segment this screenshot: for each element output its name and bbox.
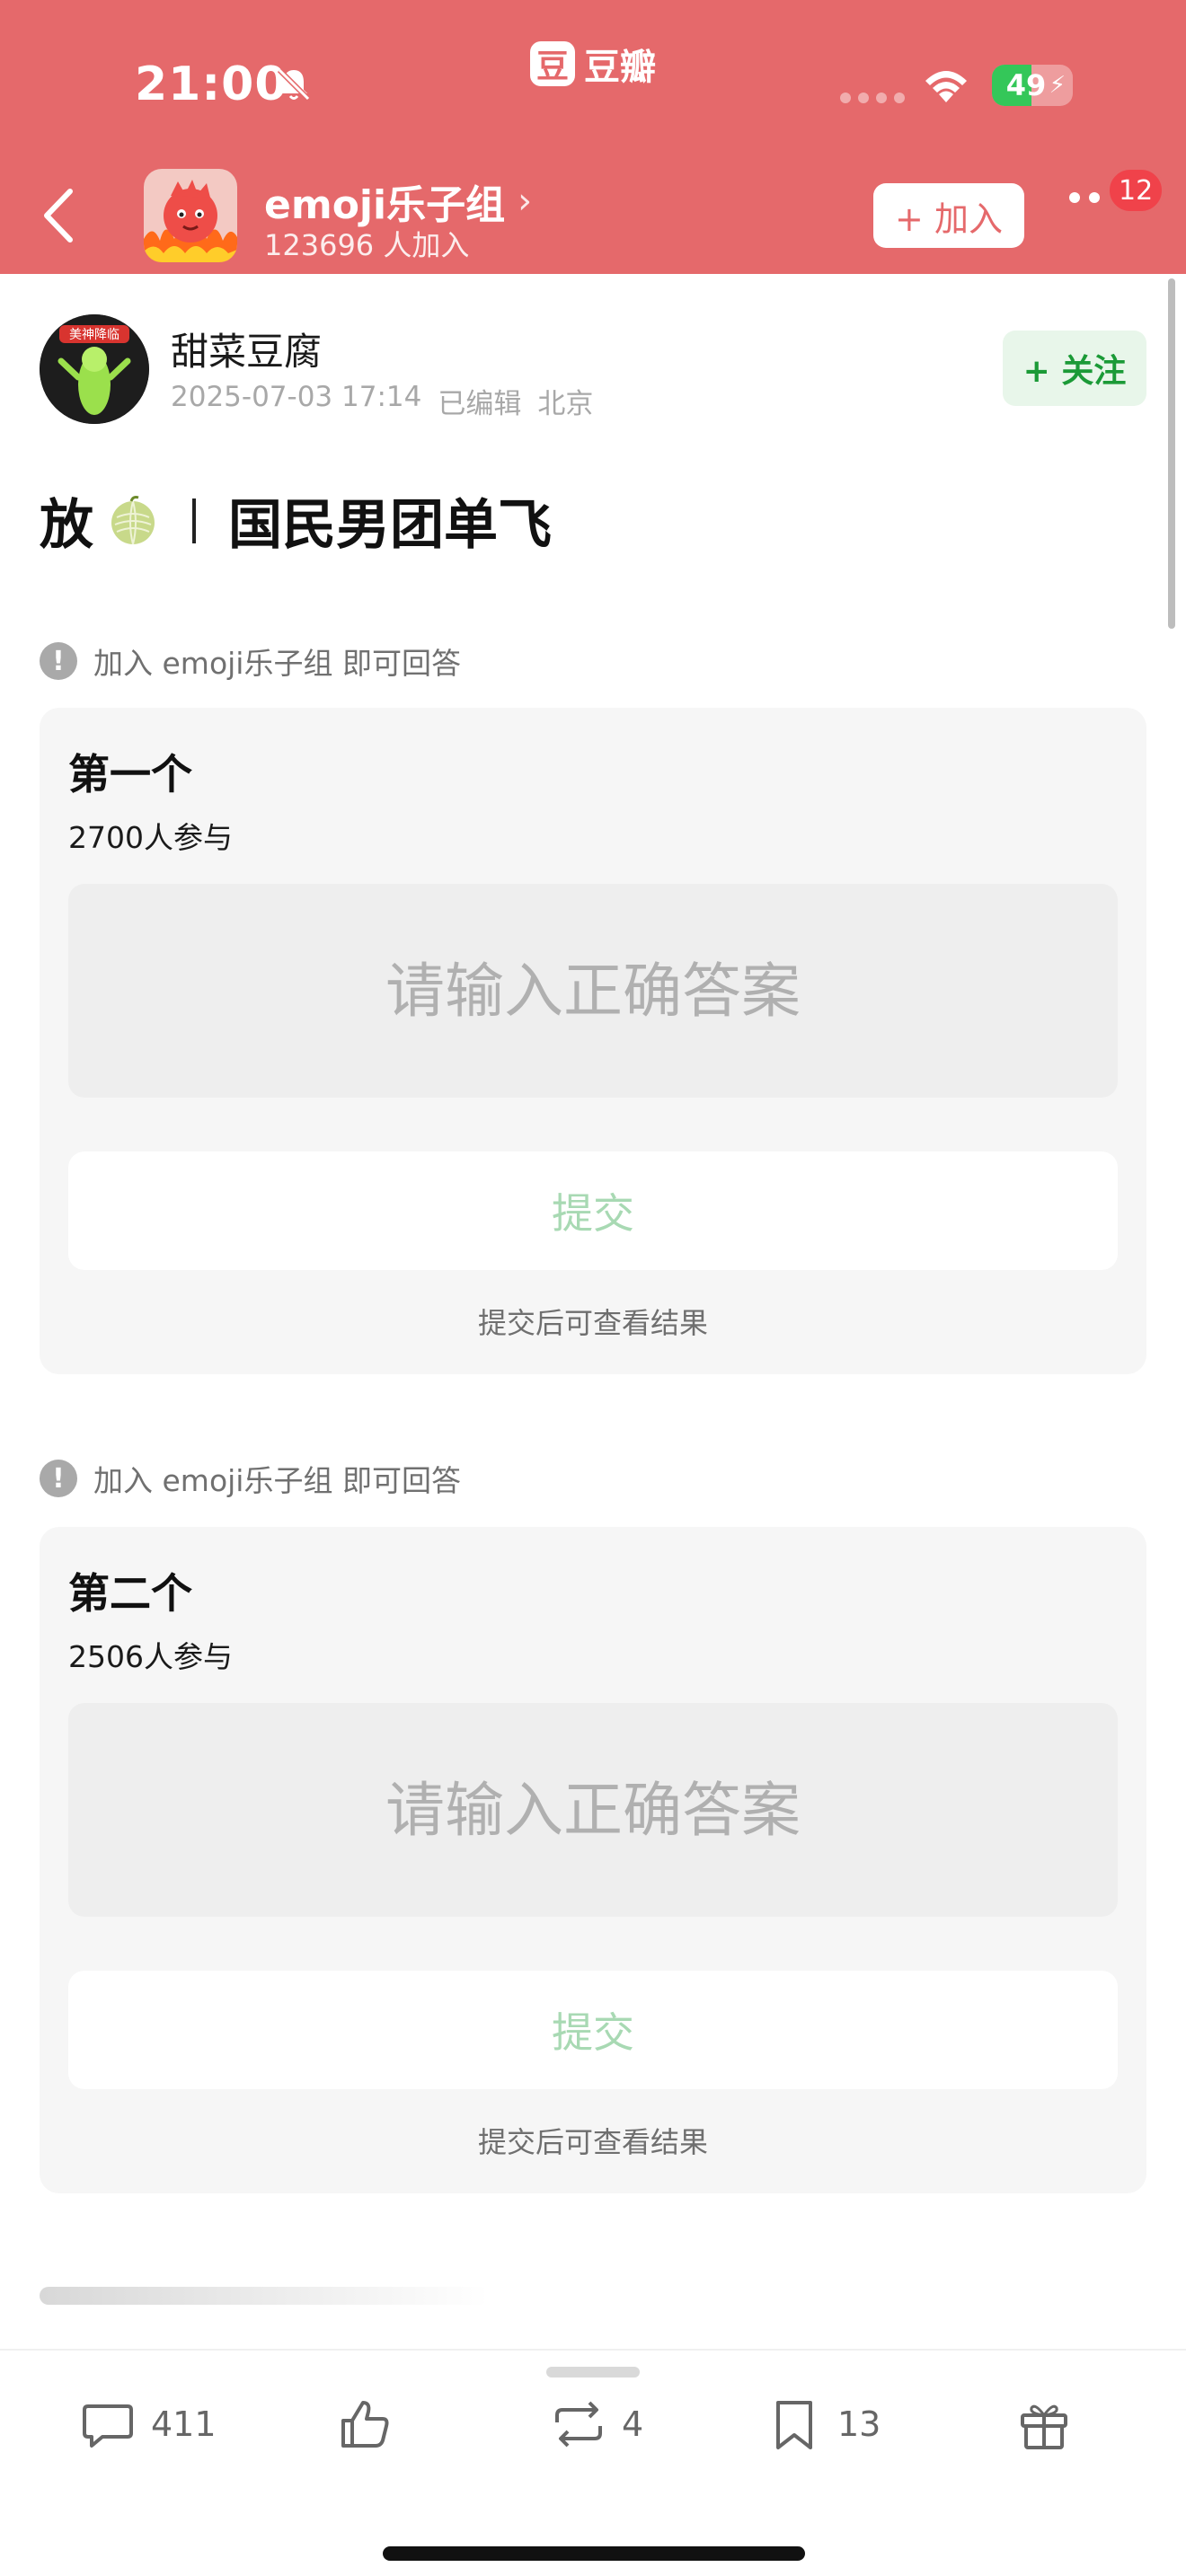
submit-button[interactable]: 提交 [68,1151,1118,1270]
notice-text: 加入 emoji乐子组 即可回答 [93,646,461,681]
group-avatar[interactable] [144,169,237,262]
avatar-caption: 美神降临 [69,328,119,342]
quiz-participants: 2700人参与 [68,820,233,855]
comment-count: 411 [151,2404,217,2444]
wifi-icon [925,71,967,102]
back-arrow-icon[interactable] [36,184,81,247]
loading-placeholder [40,2287,489,2305]
quiz-title: 第一个 [68,750,192,798]
chevron-right-icon: › [518,181,533,222]
join-to-answer-notice: ! 加入 emoji乐子组 即可回答 [40,1457,461,1500]
post-title: 放 国民男团单飞 [40,481,552,560]
repost-button[interactable]: 4 [550,2395,643,2453]
submit-hint: 提交后可查看结果 [477,1306,708,1340]
join-group-button[interactable]: + 加入 [873,183,1024,248]
grab-handle[interactable] [546,2367,640,2378]
group-name-link[interactable]: emoji乐子组 › [264,172,532,230]
bell-muted-icon [277,67,311,101]
scrollbar[interactable] [1168,278,1175,629]
post-date: 2025-07-03 17:14 [171,381,422,413]
edited-label: 已编辑 [438,388,522,420]
quiz-title: 第二个 [68,1569,192,1618]
battery-indicator: 49 ⚡ [992,65,1073,106]
post-location: 北京 [537,388,594,420]
submit-button[interactable]: 提交 [68,1971,1118,2089]
repost-count: 4 [622,2404,644,2444]
comment-button[interactable]: 411 [79,2395,217,2453]
exclamation-icon: ! [40,1460,77,1497]
collect-count: 13 [837,2404,881,2444]
group-member-count: 123696 人加入 [264,228,470,262]
melon-icon [111,495,155,544]
quiz-card: 第一个 2700人参与 提交 提交后可查看结果 [40,708,1146,1374]
app-name: 豆瓣 [584,47,656,88]
douban-logo-icon: 豆 [530,41,575,86]
status-time: 21:00 [135,57,288,111]
follow-button[interactable]: + 关注 [1003,331,1146,406]
author-avatar[interactable]: 美神降临 [40,314,149,424]
gift-button[interactable] [1015,2395,1073,2453]
charging-bolt-icon: ⚡ [1049,72,1066,99]
author-name[interactable]: 甜菜豆腐 [171,322,322,376]
notification-badge: 12 [1107,167,1165,214]
answer-input[interactable] [68,884,1118,1098]
bookmark-icon [776,2401,812,2449]
answer-input[interactable] [68,1703,1118,1917]
comment-icon [83,2404,133,2448]
group-name: emoji乐子组 [264,182,506,228]
thumbs-up-icon [341,2401,389,2448]
repost-icon [555,2401,602,2448]
home-indicator [383,2546,805,2561]
exclamation-icon: ! [40,642,77,680]
cellular-signal-icon [840,93,905,103]
quiz-participants: 2506人参与 [68,1639,233,1674]
title-prefix: 放 [40,494,93,557]
title-text: 国民男团单飞 [228,494,552,557]
collect-button[interactable]: 13 [766,2395,881,2453]
quiz-card: 第二个 2506人参与 提交 提交后可查看结果 [40,1527,1146,2193]
title-separator [192,498,196,543]
gift-icon [1021,2404,1067,2449]
notice-text: 加入 emoji乐子组 即可回答 [93,1463,461,1498]
like-button[interactable] [336,2395,394,2453]
post-meta: 2025-07-03 17:14 已编辑 北京 [171,381,593,421]
app-indicator: 豆 豆瓣 [530,38,656,90]
top-header: 21:00 豆 豆瓣 49 ⚡ emoji乐子组 › 123696 人加入 + … [0,0,1186,274]
submit-hint: 提交后可查看结果 [477,2125,708,2159]
bottom-action-bar: 411 4 13 [0,2349,1186,2576]
join-to-answer-notice: ! 加入 emoji乐子组 即可回答 [40,640,461,683]
